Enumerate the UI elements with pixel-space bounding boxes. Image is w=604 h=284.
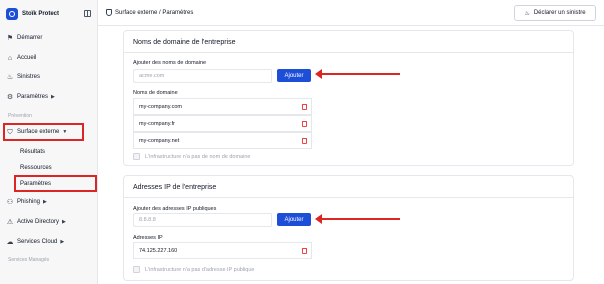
sidebar-item-services-cloud[interactable]: ☁ Services Cloud ▶	[6, 235, 65, 249]
gear-icon: ⚙	[6, 93, 14, 101]
no-ip-checkbox-row[interactable]: L'infrastructure n'a pas d'adresse IP pu…	[133, 266, 254, 273]
trash-icon[interactable]	[302, 138, 307, 144]
chevron-right-icon: ▶	[43, 199, 47, 205]
card-divider	[124, 52, 573, 53]
declare-claim-button[interactable]: ♨ Déclarer un sinistre	[514, 5, 596, 21]
sidebar-item-active-directory[interactable]: ⚠ Active Directory ▶	[6, 215, 66, 229]
ip-input-placeholder: 8.8.8.8	[139, 217, 156, 223]
shield-logo-icon	[6, 8, 18, 20]
domain-value: my-company.fr	[139, 120, 175, 127]
chevron-right-icon: ▶	[51, 94, 55, 100]
sidebar-item-label: Active Directory	[17, 219, 60, 225]
section-label-services-managed: Services Managés	[8, 257, 50, 263]
domain-row: my-company.fr	[133, 115, 312, 132]
no-domain-checkbox-label: L'infrastructure n'a pas de nom de domai…	[145, 153, 251, 160]
no-domain-checkbox[interactable]	[133, 153, 140, 160]
users-icon: ⚇	[6, 198, 14, 206]
domain-value: my-company.net	[139, 137, 180, 144]
domains-card: Noms de domaine de l'entreprise Ajouter …	[123, 30, 574, 166]
sidebar-item-demarrer[interactable]: ⚑ Démarrer	[6, 31, 42, 45]
sidebar-subitem-ressources[interactable]: Ressources	[20, 165, 52, 171]
sidebar-subitem-resultats[interactable]: Résultats	[20, 149, 45, 155]
section-label-prevention: Prévention	[8, 113, 32, 119]
ip-value: 74.125.227.160	[139, 247, 178, 254]
sidebar-item-label: Sinistres	[17, 74, 41, 80]
sidebar: Stoïk Protect ⚑ Démarrer ⌂ Accueil ♨ Sin…	[0, 0, 98, 284]
sidebar-item-label: Démarrer	[17, 35, 43, 41]
chevron-right-icon: ▶	[62, 219, 66, 225]
domain-row: my-company.com	[133, 98, 312, 115]
ip-input[interactable]: 8.8.8.8	[133, 213, 272, 227]
fire-icon: ♨	[6, 73, 14, 81]
domain-row: my-company.net	[133, 132, 312, 149]
sidebar-item-parametres[interactable]: ⚙ Paramètres ▶	[6, 90, 55, 104]
add-domain-button[interactable]: Ajouter	[277, 69, 311, 82]
brand-name: Stoïk Protect	[22, 11, 60, 17]
shield-icon	[106, 9, 112, 16]
trash-icon[interactable]	[302, 104, 307, 110]
domain-input[interactable]: acme.com	[133, 69, 272, 83]
network-icon: ⚠	[6, 218, 14, 226]
sidebar-collapse-icon[interactable]	[84, 10, 91, 17]
add-ip-button[interactable]: Ajouter	[277, 213, 311, 226]
trash-icon[interactable]	[302, 121, 307, 127]
sidebar-item-label: Paramètres	[17, 94, 49, 100]
sidebar-item-label: Accueil	[17, 55, 37, 61]
ip-card: Adresses IP de l'entreprise Ajouter des …	[123, 175, 574, 281]
trash-icon[interactable]	[302, 248, 307, 254]
ip-row: 74.125.227.160	[133, 242, 312, 259]
add-domain-label: Ajouter des noms de domaine	[133, 60, 207, 66]
no-domain-checkbox-row[interactable]: L'infrastructure n'a pas de nom de domai…	[133, 153, 250, 160]
highlight-box-surface	[3, 123, 84, 141]
fire-icon: ♨	[524, 10, 530, 17]
sidebar-item-label: Phishing	[17, 199, 41, 205]
sidebar-item-label: Services Cloud	[17, 239, 58, 245]
annotation-arrow-ip	[315, 214, 400, 224]
flag-icon: ⚑	[6, 34, 14, 42]
home-icon: ⌂	[7, 54, 13, 62]
no-ip-checkbox[interactable]	[133, 266, 140, 273]
annotation-arrow-domain	[315, 69, 400, 79]
chevron-right-icon: ▶	[60, 239, 65, 245]
header: Surface externe / Paramètres ♨ Déclarer …	[98, 0, 604, 26]
highlight-box-parametres	[14, 175, 97, 192]
ip-card-title: Adresses IP de l'entreprise	[133, 184, 217, 191]
domains-card-title: Noms de domaine de l'entreprise	[133, 39, 236, 46]
brand[interactable]: Stoïk Protect	[6, 6, 94, 22]
sidebar-item-phishing[interactable]: ⚇ Phishing ▶	[6, 195, 47, 209]
breadcrumb-text: Surface externe / Paramètres	[115, 9, 194, 16]
cloud-icon: ☁	[6, 238, 14, 246]
ip-list-label: Adresses IP	[133, 235, 163, 241]
card-divider	[124, 197, 573, 198]
sidebar-item-accueil[interactable]: ⌂ Accueil	[6, 51, 36, 65]
breadcrumb: Surface externe / Paramètres	[106, 9, 193, 16]
sidebar-item-sinistres[interactable]: ♨ Sinistres	[6, 70, 40, 84]
domain-input-placeholder: acme.com	[139, 73, 165, 79]
domains-list-label: Noms de domaine	[133, 90, 178, 96]
declare-claim-label: Déclarer un sinistre	[533, 10, 586, 16]
add-ip-label: Ajouter des adresses IP publiques	[133, 206, 217, 212]
domain-value: my-company.com	[139, 103, 182, 110]
no-ip-checkbox-label: L'infrastructure n'a pas d'adresse IP pu…	[145, 266, 255, 273]
